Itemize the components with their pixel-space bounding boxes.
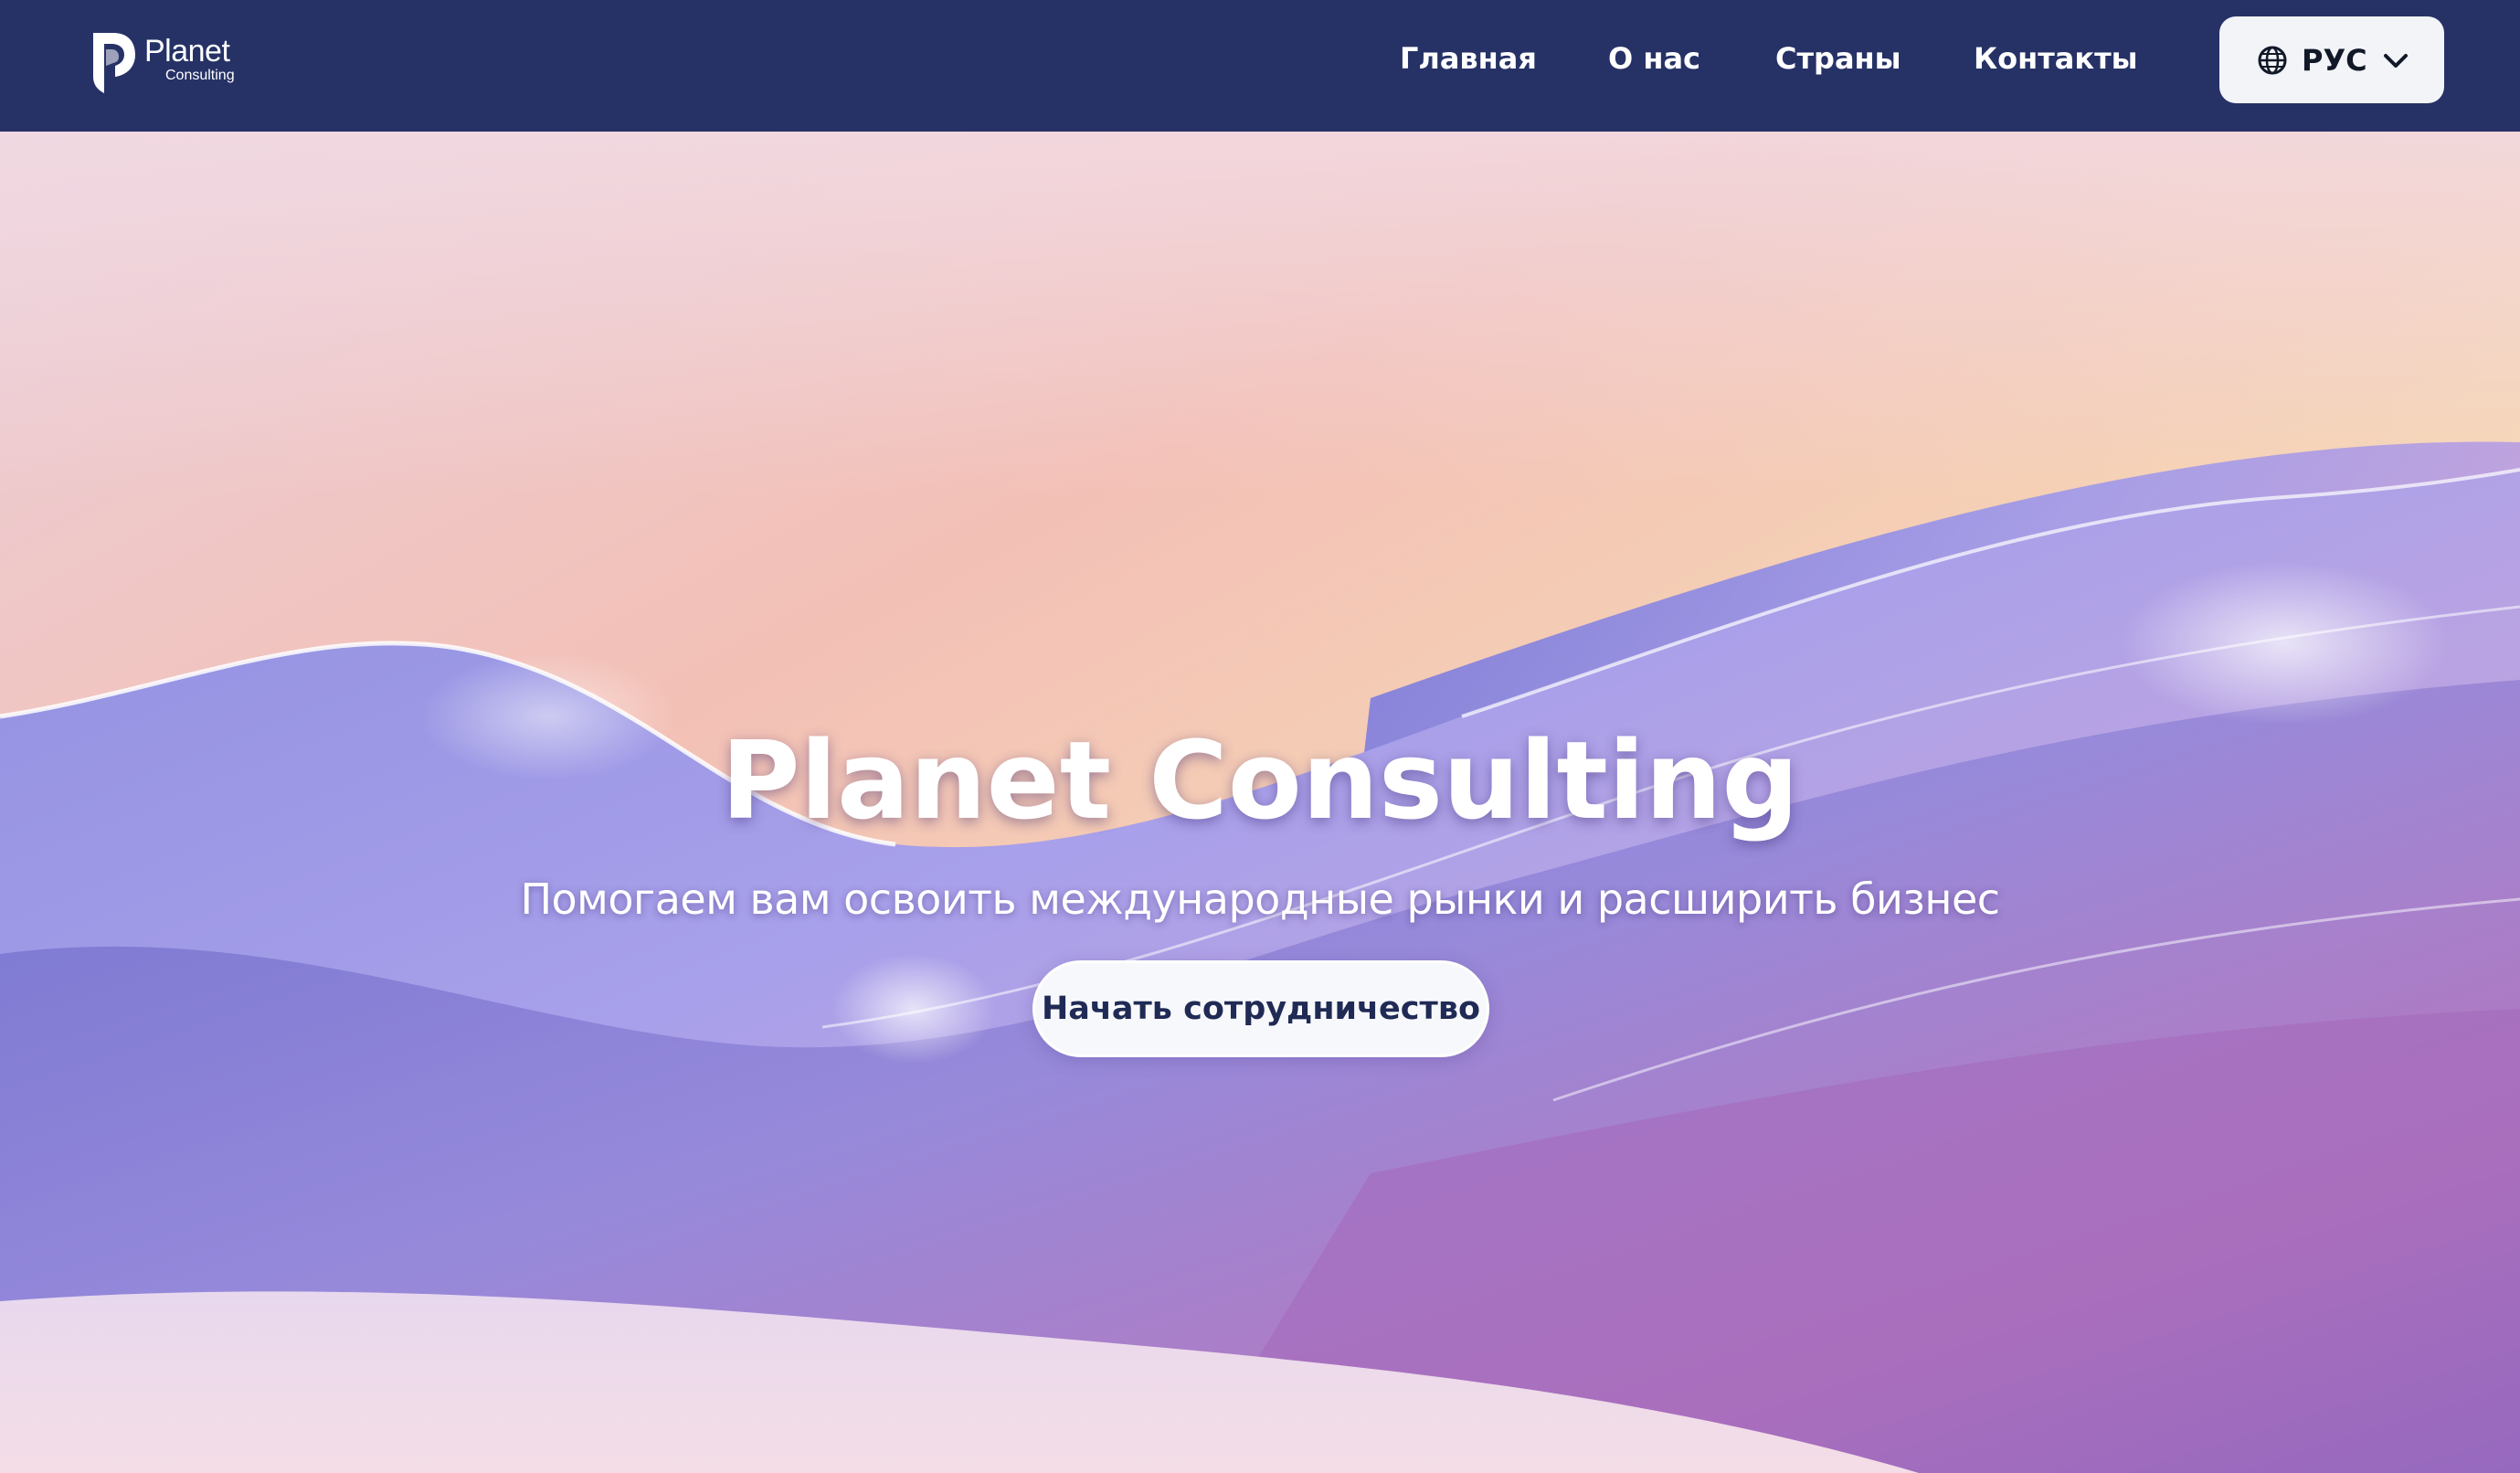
nav-link-about[interactable]: О нас [1608,40,1700,77]
globe-icon [2258,46,2287,75]
language-selector[interactable]: РУС [2219,16,2444,103]
nav-link-countries[interactable]: Страны [1775,40,1901,77]
hero-title: Planet Consulting [721,717,1799,843]
chevron-down-icon [2384,54,2408,68]
logo-mark-icon [93,33,135,93]
language-selected-label: РУС [2302,43,2367,78]
site-header: Planet Consulting Главная О нас Страны К… [0,0,2520,132]
nav-link-contacts[interactable]: Контакты [1974,40,2138,77]
hero-subtitle: Помогаем вам освоить международные рынки… [520,874,2000,924]
logo-subname: Consulting [165,68,235,83]
logo[interactable]: Planet Consulting [90,29,245,99]
page: Planet Consulting Главная О нас Страны К… [0,0,2520,1473]
nav-link-home[interactable]: Главная [1400,40,1537,77]
hero-section: Planet Consulting Помогаем вам освоить м… [0,132,2520,1473]
start-cooperation-button[interactable]: Начать сотрудничество [1032,960,1489,1057]
logo-name: Planet [144,34,230,69]
